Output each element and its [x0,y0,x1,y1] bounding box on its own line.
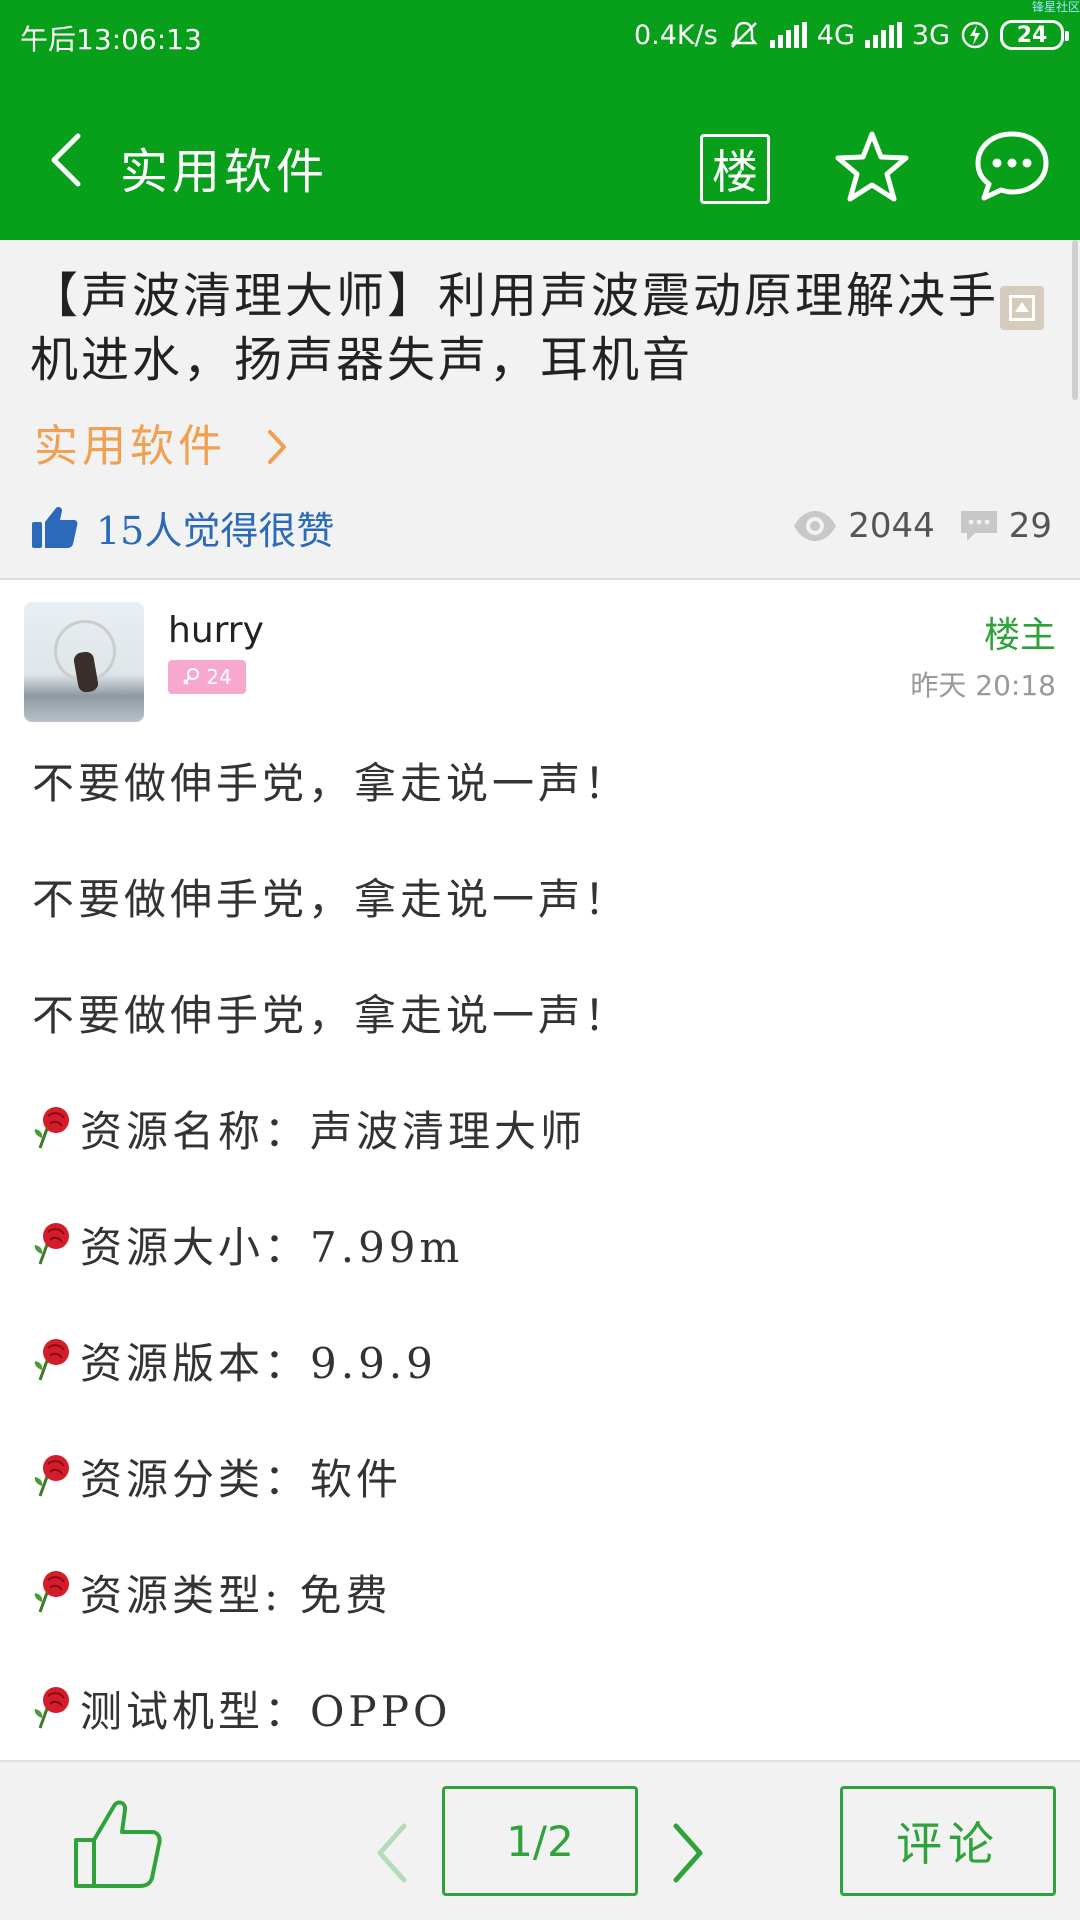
rose-icon [34,1687,69,1729]
corner-watermark: 锋星社区 [1031,0,1080,14]
level-badge: 24 [168,660,246,694]
app-bar: 实用软件 楼 [0,70,1080,240]
rose-icon [34,1339,69,1381]
body-text: 资源名称：声波清理大师 [80,1106,587,1156]
scrollbar[interactable] [1072,240,1078,400]
body-line: 资源分类：软件 [32,1446,402,1506]
chevron-right-icon[interactable] [262,422,292,472]
back-icon[interactable] [40,130,90,190]
rose-icon [34,1107,69,1149]
network-type-1: 4G [816,19,855,51]
chat-icon[interactable] [972,126,1052,206]
level-number: 24 [206,665,232,689]
female-icon [183,668,200,685]
thumbs-up-icon[interactable] [70,1796,166,1892]
bottom-bar: 1/2 评论 [0,1760,1080,1920]
post-stats: 2044 29 [792,506,1052,546]
body-text: 资源大小：7.99m [80,1222,464,1272]
body-text: 资源版本：9.9.9 [80,1338,437,1388]
post-header: 【声波清理大师】利用声波震动原理解决手机进水，扬声器失声，耳机音 实用软件 15… [0,240,1080,580]
rose-icon [34,1223,69,1265]
page-title: 实用软件 [120,144,329,200]
network-speed: 0.4K/s [633,19,718,51]
eye-icon [794,511,837,541]
likes-summary[interactable]: 15人觉得很赞 [30,502,335,553]
body-text: 不要做伸手党，拿走说一声！ [32,990,631,1040]
comment-button[interactable]: 评论 [840,1786,1056,1896]
page-indicator[interactable]: 1/2 [442,1786,638,1896]
status-bar: 午后13:06:13 锋星社区 0.4K/s 4G 3G 24 [0,0,1080,70]
body-line: 测试机型：OPPO [32,1678,451,1738]
star-icon[interactable] [830,126,914,210]
signal-icon [769,22,807,48]
body-text: 资源分类：软件 [80,1454,403,1504]
body-line: 不要做伸手党，拿走说一声！ [32,982,630,1042]
mute-icon [730,21,758,48]
body-text: 不要做伸手党，拿走说一声！ [32,758,631,808]
comment-icon [960,511,997,541]
post-title: 【声波清理大师】利用声波震动原理解决手机进水，扬声器失声，耳机音 [30,268,1000,388]
body-text: 资源类型: 免费 [80,1570,392,1620]
author-name[interactable]: hurry [168,610,264,651]
body-text: 不要做伸手党，拿走说一声！ [32,874,631,924]
post-time: 昨天 20:18 [910,669,1056,702]
owner-label: 楼主 [983,615,1056,656]
body-line: 不要做伸手党，拿走说一声！ [32,866,630,926]
chevron-left-icon[interactable] [372,1820,412,1886]
battery-icon: 24 [1000,20,1069,50]
chevron-right-icon[interactable] [668,1820,708,1886]
avatar[interactable] [24,602,144,722]
category-link[interactable]: 实用软件 [34,410,226,474]
image-icon [1000,286,1044,330]
body-line: 不要做伸手党，拿走说一声！ [32,750,630,810]
rose-icon [34,1571,69,1613]
body-line: 资源类型: 免费 [32,1562,392,1622]
post-body: 不要做伸手党，拿走说一声！ 不要做伸手党，拿走说一声！ 不要做伸手党，拿走说一声… [0,730,1080,1760]
body-line: 资源版本：9.9.9 [32,1330,437,1390]
floor-button[interactable]: 楼 [700,134,770,204]
view-count: 2044 [848,506,935,546]
rose-icon [34,1455,69,1497]
signal-icon [864,22,902,48]
network-type-2: 3G [911,19,950,51]
likes-text: 15人觉得很赞 [96,508,335,553]
author-row: hurry 24 楼主 昨天 20:18 [0,580,1080,730]
comment-count: 29 [1008,506,1052,546]
thumbs-up-icon [32,507,78,548]
body-text: 测试机型：OPPO [80,1686,452,1736]
body-line: 资源名称：声波清理大师 [32,1098,586,1158]
status-icons: 0.4K/s 4G 3G 24 [633,16,1069,54]
charging-icon [961,21,989,49]
status-time: 午后13:06:13 [20,23,202,56]
body-line: 资源大小：7.99m [32,1214,463,1274]
